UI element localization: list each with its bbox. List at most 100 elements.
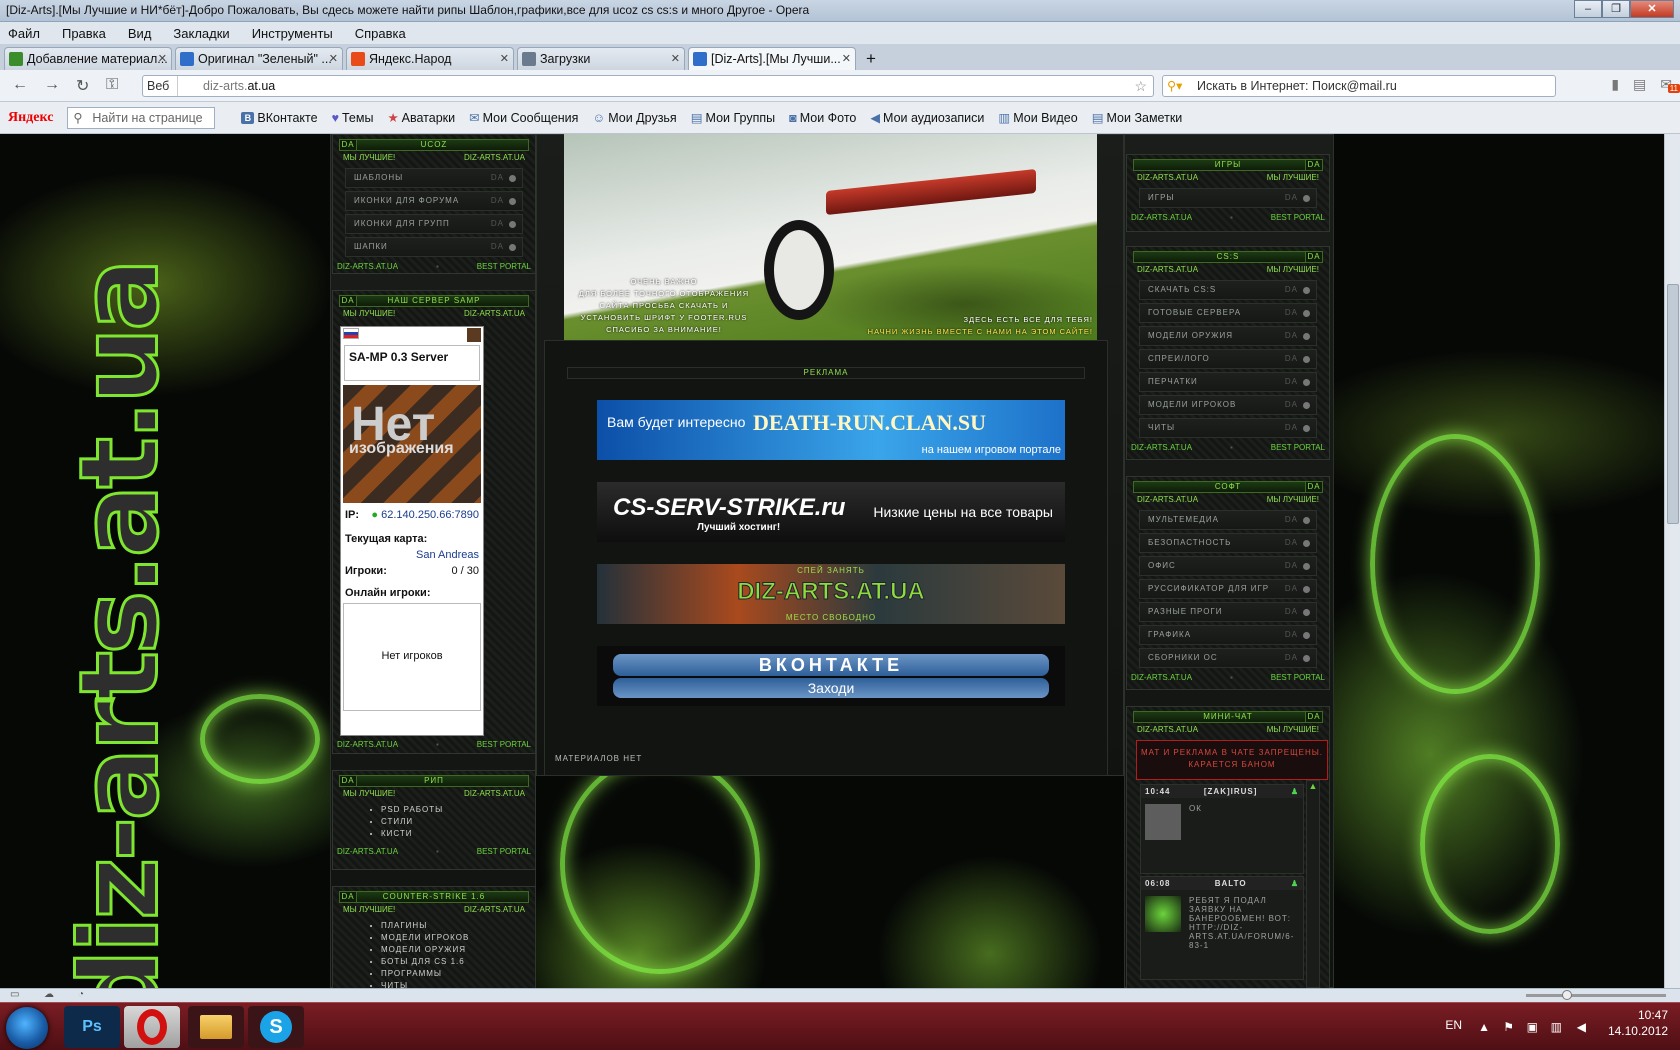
message-user[interactable]: [ZAK]IRUS] <box>1204 787 1258 796</box>
menu-item[interactable]: иконки для групп DA <box>345 214 523 234</box>
speed-dial-icon[interactable]: ◔ <box>78 989 84 1000</box>
menu-item[interactable]: шапки DA <box>345 237 523 257</box>
menu-item[interactable]: ГОТОВЫЕ СЕРВЕРА DA <box>1139 303 1317 323</box>
list-item[interactable]: СТИЛИ <box>381 816 535 828</box>
menu-tools[interactable]: Инструменты <box>252 26 333 41</box>
taskbar-opera[interactable] <box>124 1006 180 1048</box>
menu-item[interactable]: иконки для форума DA <box>345 191 523 211</box>
back-icon[interactable]: ← <box>12 76 28 94</box>
bookmark-avatars[interactable]: ★ Аватарки <box>387 110 455 126</box>
list-item[interactable]: ПЛАГИНЫ <box>381 920 535 932</box>
bookmark-videos[interactable]: ▥ Мои Видео <box>998 110 1077 126</box>
language-indicator[interactable]: EN <box>1445 1017 1462 1033</box>
close-icon[interactable]: ✕ <box>329 52 338 65</box>
cloud-icon[interactable]: ☁ <box>44 989 54 1000</box>
menu-file[interactable]: Файл <box>8 26 40 41</box>
banner-free-slot[interactable]: СПЕЙ ЗАНЯТЬ DIZ-ARTS.AT.UA МЕСТО СВОБОДН… <box>597 564 1065 624</box>
forward-icon[interactable]: → <box>44 76 60 94</box>
menu-item[interactable]: ГРАФИКА DA <box>1139 625 1317 645</box>
close-button[interactable]: ✕ <box>1630 0 1674 18</box>
menu-item[interactable]: шаблоны DA <box>345 168 523 188</box>
menu-item[interactable]: СБОРНИКИ ОС DA <box>1139 648 1317 668</box>
bookmark-messages[interactable]: ✉ Мои Сообщения <box>469 110 578 126</box>
message-user[interactable]: BALTO <box>1215 879 1247 888</box>
chat-scrollbar[interactable]: ▲ <box>1306 780 1320 988</box>
start-button[interactable] <box>6 1007 48 1049</box>
bookmark-photos[interactable]: ◙ Мои Фото <box>789 111 856 125</box>
tab-downloads[interactable]: Загрузки ✕ <box>517 47 685 70</box>
bookmark-audio[interactable]: ◀ Мои аудиозаписи <box>870 110 984 126</box>
reload-icon[interactable]: ↻ <box>76 76 89 96</box>
page-scrollbar[interactable] <box>1664 134 1680 988</box>
menu-item[interactable]: ИГРЫ DA <box>1139 188 1317 208</box>
menu-help[interactable]: Справка <box>355 26 406 41</box>
bookmark-themes[interactable]: ♥ Темы <box>332 111 374 125</box>
list-item[interactable]: МОДЕЛИ ОРУЖИЯ <box>381 944 535 956</box>
tray-expand-icon[interactable]: ▲ <box>1478 1019 1490 1035</box>
bookmark-friends[interactable]: ☺ Мои Друзья <box>592 111 676 125</box>
menu-item[interactable]: ПЕРЧАТКИ DA <box>1139 372 1317 392</box>
menu-item[interactable]: МУЛЬТЕМЕДИА DA <box>1139 510 1317 530</box>
tray-flag-icon[interactable]: ⚑ <box>1503 1019 1514 1035</box>
menu-item[interactable]: ОФИС DA <box>1139 556 1317 576</box>
menu-item[interactable]: БЕЗОПАСТНОСТЬ DA <box>1139 533 1317 553</box>
stats-icon[interactable]: ▮ <box>1611 76 1619 93</box>
menu-item[interactable]: СПРЕИ/ЛОГО DA <box>1139 349 1317 369</box>
list-item[interactable]: ПРОГРАММЫ <box>381 968 535 980</box>
tab-yandex-narod[interactable]: Яндекс.Народ ✕ <box>346 47 514 70</box>
menu-item[interactable]: СКАЧАТЬ CS:S DA <box>1139 280 1317 300</box>
clock-date[interactable]: 14.10.2012 <box>1608 1023 1668 1039</box>
menu-item[interactable]: МОДЕЛИ ОРУЖИЯ DA <box>1139 326 1317 346</box>
mail-icon[interactable]: ✉ 11 <box>1660 76 1680 93</box>
user-icon[interactable]: ♟ <box>1291 787 1299 796</box>
list-item[interactable]: КИСТИ <box>381 828 535 840</box>
yandex-logo[interactable]: Яндекс <box>8 110 53 126</box>
star-icon[interactable]: ☆ <box>1134 76 1147 96</box>
menu-edit[interactable]: Правка <box>62 26 106 41</box>
banner-cs-serv-strike[interactable]: CS-SERV-STRIKE.ru Лучший хостинг! Низкие… <box>597 482 1065 542</box>
taskbar-explorer[interactable] <box>188 1006 244 1048</box>
close-icon[interactable]: ✕ <box>500 52 509 65</box>
taskbar-skype[interactable]: S <box>248 1006 304 1048</box>
close-icon[interactable]: ✕ <box>842 52 851 65</box>
search-input[interactable]: ⚲▾ Искать в Интернет: Поиск@mail.ru <box>1162 75 1556 97</box>
scrollbar-thumb[interactable] <box>1667 284 1679 524</box>
tab-diz-arts[interactable]: [Diz-Arts].[Мы Лучши... ✕ <box>688 47 856 70</box>
close-icon[interactable]: ✕ <box>158 52 167 65</box>
menu-item[interactable]: РАЗНЫЕ ПРОГИ DA <box>1139 602 1317 622</box>
taskbar-photoshop[interactable]: Ps <box>64 1006 120 1048</box>
menu-item[interactable]: МОДЕЛИ ИГРОКОВ DA <box>1139 395 1317 415</box>
close-icon[interactable]: ✕ <box>671 52 680 65</box>
list-item[interactable]: PSD РАБОТЫ <box>381 804 535 816</box>
ip-value[interactable]: ● 62.140.250.66:7890 <box>371 507 479 523</box>
zoom-slider-thumb[interactable] <box>1562 990 1572 1000</box>
tab-original-green[interactable]: Оригинал "Зеленый" ... ✕ <box>175 47 343 70</box>
new-tab-button[interactable]: + <box>859 47 883 70</box>
notes-icon[interactable]: ▤ <box>1633 76 1646 93</box>
list-item[interactable]: БОТЫ ДЛЯ CS 1.6 <box>381 956 535 968</box>
panel-toggle-icon[interactable]: ▭ <box>10 989 19 1000</box>
user-icon[interactable]: ♟ <box>1291 879 1299 888</box>
minimize-button[interactable]: ‒ <box>1574 0 1602 18</box>
menu-item[interactable]: ЧИТЫ DA <box>1139 418 1317 438</box>
tab-add-material[interactable]: Добавление материал... ✕ <box>4 47 172 70</box>
search-engine-icon[interactable]: ⚲▾ <box>1167 76 1182 96</box>
banner-death-run[interactable]: Вам будет интересно DEATH-RUN.CLAN.SU на… <box>597 400 1065 460</box>
banner-vkontakte[interactable]: ВКОНТАКТЕ Заходи <box>597 646 1065 706</box>
key-icon[interactable]: ⚿ <box>106 76 118 94</box>
tray-device-icon[interactable]: ▣ <box>1527 1019 1538 1035</box>
zoom-slider[interactable] <box>1526 990 1666 1000</box>
menu-bookmarks[interactable]: Закладки <box>173 26 229 41</box>
tray-network-icon[interactable]: ▥ <box>1551 1019 1562 1035</box>
clock-time[interactable]: 10:47 <box>1608 1007 1668 1023</box>
bookmark-vkontakte[interactable]: B ВКонтакте <box>241 111 318 125</box>
bookmark-groups[interactable]: ▤ Мои Группы <box>691 110 775 126</box>
tray-volume-icon[interactable]: ◀ <box>1577 1019 1586 1035</box>
scroll-up-icon[interactable]: ▲ <box>1307 781 1319 791</box>
menu-view[interactable]: Вид <box>128 26 152 41</box>
bookmark-notes[interactable]: ▤ Мои Заметки <box>1092 110 1183 126</box>
menu-item[interactable]: РУССИФИКАТОР ДЛЯ ИГР DA <box>1139 579 1317 599</box>
url-field[interactable]: Веб diz-arts.at.ua ☆ <box>142 75 1154 97</box>
list-item[interactable]: МОДЕЛИ ИГРОКОВ <box>381 932 535 944</box>
find-on-page-input[interactable]: ⚲ Найти на странице <box>67 106 216 129</box>
